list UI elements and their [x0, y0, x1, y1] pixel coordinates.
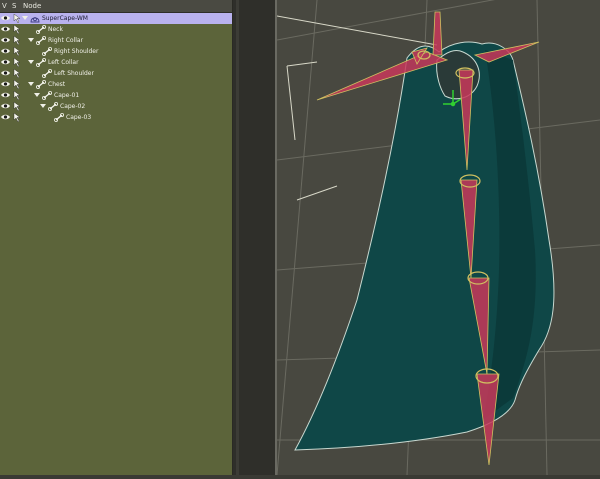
bone-icon: [41, 90, 53, 101]
tree-node-label: Cape-01: [54, 92, 80, 99]
tree-row[interactable]: Cape-01: [0, 90, 232, 101]
triangle-down-icon[interactable]: [28, 81, 34, 87]
app-window: V S Node SuperCape-WM Neck Right Collar Rig…: [0, 0, 600, 476]
cursor-icon[interactable]: [13, 35, 21, 46]
column-selectable[interactable]: S: [12, 2, 16, 10]
bone-icon: [41, 68, 53, 79]
figure-icon: [30, 14, 40, 23]
cursor-icon[interactable]: [13, 68, 21, 79]
triangle-down-icon[interactable]: [28, 59, 34, 65]
cursor-icon[interactable]: [13, 101, 21, 112]
bone-neck: [432, 11, 443, 56]
panel-splitter[interactable]: [233, 0, 275, 475]
cursor-icon[interactable]: [13, 112, 21, 123]
triangle-down-icon[interactable]: [28, 37, 34, 43]
scene-tree-panel: V S Node SuperCape-WM Neck Right Collar Rig…: [0, 0, 233, 475]
tree-node-label: Cape-03: [66, 114, 92, 121]
eye-icon[interactable]: [1, 48, 10, 54]
bone-icon: [41, 46, 53, 57]
triangle-down-icon[interactable]: [22, 15, 28, 21]
cursor-icon[interactable]: [13, 79, 21, 90]
bone-icon: [35, 35, 47, 46]
tree-node-label: Chest: [48, 81, 66, 88]
bone-icon: [47, 101, 59, 112]
triangle-down-icon[interactable]: [34, 92, 40, 98]
eye-icon[interactable]: [1, 70, 10, 76]
cursor-icon[interactable]: [13, 13, 21, 24]
eye-icon[interactable]: [1, 103, 10, 109]
tree-row[interactable]: Right Shoulder: [0, 46, 232, 57]
cursor-icon[interactable]: [13, 57, 21, 68]
tree-node-label: Left Collar: [48, 59, 79, 66]
eye-icon[interactable]: [1, 92, 10, 98]
tree-row[interactable]: Right Collar: [0, 35, 232, 46]
splitter-handle[interactable]: [236, 0, 239, 475]
eye-icon[interactable]: [1, 15, 10, 21]
tree-row[interactable]: Chest: [0, 79, 232, 90]
cursor-icon[interactable]: [13, 24, 21, 35]
3d-viewport[interactable]: [276, 0, 600, 476]
column-visibility[interactable]: V: [2, 2, 7, 10]
tree-node-label: Cape-02: [60, 103, 86, 110]
tree-row[interactable]: SuperCape-WM: [0, 13, 232, 24]
eye-icon[interactable]: [1, 26, 10, 32]
column-node[interactable]: Node: [23, 2, 41, 10]
tree-node-label: Neck: [48, 26, 63, 33]
bone-icon: [35, 79, 47, 90]
viewport-canvas[interactable]: [276, 0, 600, 476]
triangle-down-icon[interactable]: [40, 103, 46, 109]
eye-icon[interactable]: [1, 37, 10, 43]
tree-node-label: SuperCape-WM: [42, 15, 88, 22]
cursor-icon[interactable]: [13, 46, 21, 57]
tree-row[interactable]: Neck: [0, 24, 232, 35]
eye-icon[interactable]: [1, 59, 10, 65]
bone-icon: [35, 57, 47, 68]
tree-row[interactable]: Cape-02: [0, 101, 232, 112]
bone-icon: [53, 112, 65, 123]
tree-node-label: Right Collar: [48, 37, 84, 44]
tree-node-list: SuperCape-WM Neck Right Collar Right Should…: [0, 13, 232, 123]
tree-node-label: Left Shoulder: [54, 70, 94, 77]
eye-icon[interactable]: [1, 81, 10, 87]
tree-header: V S Node: [0, 0, 232, 13]
tree-row[interactable]: Left Collar: [0, 57, 232, 68]
cursor-icon[interactable]: [13, 90, 21, 101]
eye-icon[interactable]: [1, 114, 10, 120]
bone-icon: [35, 24, 47, 35]
tree-row[interactable]: Left Shoulder: [0, 68, 232, 79]
tree-row[interactable]: Cape-03: [0, 112, 232, 123]
tree-node-label: Right Shoulder: [54, 48, 99, 55]
